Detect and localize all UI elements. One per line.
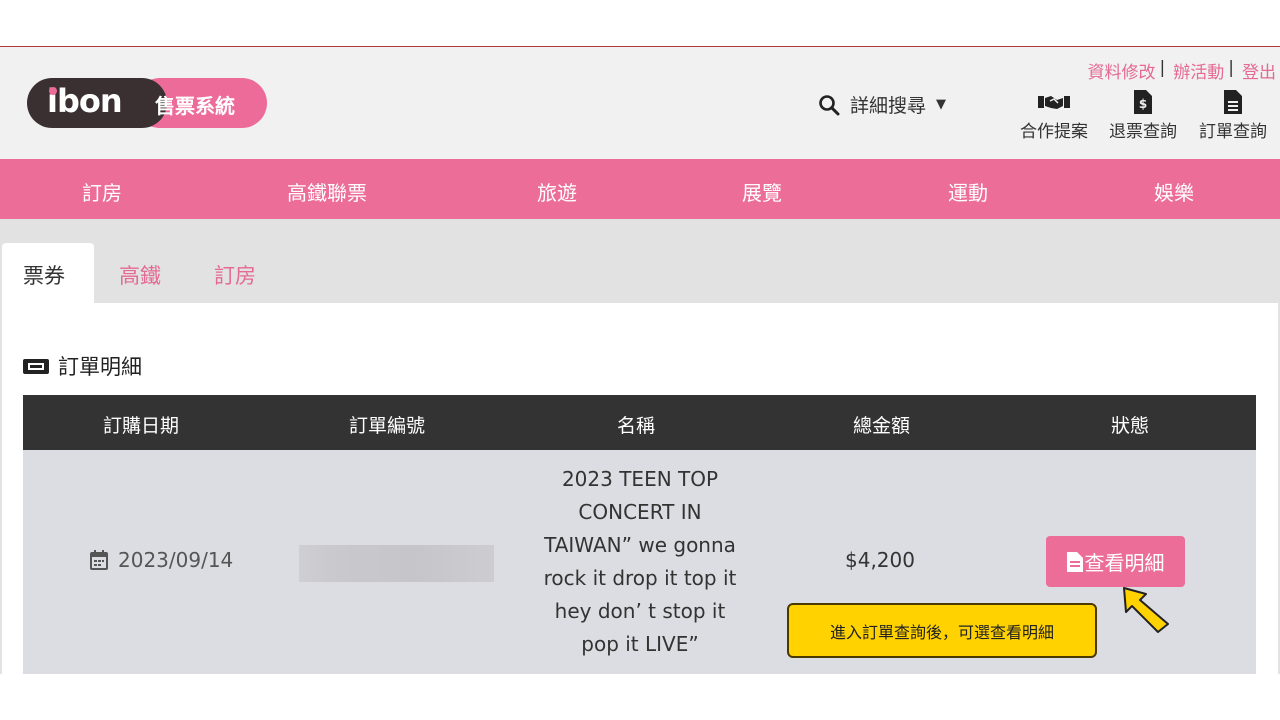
handshake-icon (1014, 90, 1094, 114)
instruction-callout: 進入訂單查詢後，可選查看明細 (787, 603, 1097, 658)
refund-query-link[interactable]: $ 退票查詢 (1103, 90, 1183, 142)
view-details-label: 查看明細 (1084, 551, 1165, 575)
nav-item-hotel[interactable]: 訂房 (82, 177, 122, 206)
link-separator: | (1228, 58, 1234, 78)
refund-doc-icon: $ (1103, 90, 1183, 114)
column-header-status: 狀態 (1111, 415, 1150, 437)
nav-item-exhibition[interactable]: 展覽 (742, 177, 782, 206)
order-number-redacted (299, 545, 494, 582)
event-name-line: CONCERT IN (578, 500, 702, 524)
partnership-link[interactable]: 合作提案 (1014, 90, 1094, 142)
host-event-link[interactable]: 辦活動 (1173, 58, 1224, 83)
nav-item-entertainment[interactable]: 娛樂 (1154, 177, 1194, 206)
order-date: 2023/09/14 (118, 548, 234, 572)
document-icon (1066, 551, 1083, 572)
account-links: 資料修改 | 辦活動 | 登出 (1088, 58, 1276, 83)
chevron-down-icon: ▼ (936, 97, 947, 112)
column-header-order-no: 訂單編號 (349, 415, 426, 437)
logo-label: 售票系統 (155, 94, 235, 118)
event-name-line: 2023 TEEN TOP (561, 467, 719, 491)
column-header-name: 名稱 (617, 415, 656, 437)
link-separator: | (1159, 58, 1166, 78)
event-name-line: rock it drop it top it (543, 566, 737, 590)
view-details-button[interactable]: 查看明細 (1046, 536, 1185, 587)
section-title-text: 訂單明細 (58, 355, 142, 379)
event-name-line: pop it LIVE” (581, 632, 699, 656)
column-header-amount: 總金額 (853, 415, 911, 437)
event-name-line: TAIWAN” we gonna (544, 533, 736, 557)
search-label: 詳細搜尋 (850, 95, 927, 117)
partnership-label: 合作提案 (1020, 122, 1088, 142)
tab-hsr[interactable]: 高鐵 (119, 260, 161, 290)
order-amount: $4,200 (845, 548, 915, 572)
nav-item-travel[interactable]: 旅遊 (537, 177, 577, 206)
nav-item-sports[interactable]: 運動 (948, 177, 988, 206)
search-icon (819, 94, 840, 115)
advanced-search-dropdown[interactable]: 詳細搜尋 ▼ (818, 91, 946, 118)
calendar-icon (90, 550, 108, 570)
logout-link[interactable]: 登出 (1242, 58, 1276, 83)
event-name-line: hey don’ t stop it (554, 599, 726, 623)
column-header-date: 訂購日期 (103, 415, 180, 437)
order-query-label: 訂單查詢 (1199, 122, 1267, 142)
callout-text: 進入訂單查詢後，可選查看明細 (829, 622, 1054, 642)
table-header: 訂購日期 訂單編號 名稱 總金額 狀態 (23, 395, 1256, 450)
tab-tickets-label[interactable]: 票券 (23, 260, 65, 290)
svg-text:$: $ (1139, 97, 1147, 111)
document-icon (1193, 90, 1273, 114)
event-name-cell: 2023 TEEN TOP CONCERT IN TAIWAN” we gonn… (520, 463, 760, 661)
edit-profile-link[interactable]: 資料修改 (1088, 58, 1156, 83)
main-nav: 訂房 高鐵聯票 旅遊 展覽 運動 娛樂 (0, 159, 1280, 219)
ibon-logo[interactable]: ibon 售票系統 (27, 78, 267, 128)
order-date-cell: 2023/09/14 (90, 548, 233, 572)
logo-brand-text: ibon (47, 82, 123, 120)
refund-query-label: 退票查詢 (1109, 122, 1177, 142)
tab-hotel[interactable]: 訂房 (214, 260, 256, 290)
nav-item-hsr-combo[interactable]: 高鐵聯票 (287, 177, 367, 206)
order-query-link[interactable]: 訂單查詢 (1193, 90, 1273, 142)
pointer-arrow-icon (1123, 587, 1169, 633)
section-title: 訂單明細 (22, 351, 142, 381)
ticket-icon (23, 359, 49, 374)
logo-dot (49, 87, 57, 95)
